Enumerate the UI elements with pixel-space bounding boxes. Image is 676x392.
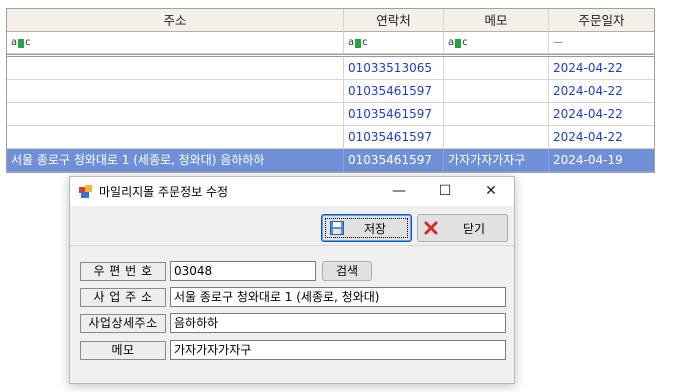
save-button[interactable]: 저장 [321, 214, 412, 242]
save-label: 저장 [364, 221, 387, 236]
col-header-date[interactable]: 주문일자 [549, 9, 654, 32]
detail-address-field[interactable]: 음하하하 [170, 313, 506, 333]
filter-cell-date[interactable]: — [549, 32, 654, 54]
filter-fx-icon[interactable]: ac [448, 32, 468, 53]
col-header-address[interactable]: 주소 [7, 9, 344, 32]
cell-memo[interactable]: 가자가자가자구 [444, 149, 549, 172]
close-label: 닫기 [463, 221, 486, 236]
cell-address[interactable]: 서울 종로구 청와대로 1 (세종로, 청와대) 음하하하 [7, 149, 344, 172]
table-row-selected[interactable]: 서울 종로구 청와대로 1 (세종로, 청와대) 음하하하 0103546159… [7, 149, 654, 172]
zip-label: 우 편 번 호 [80, 262, 166, 281]
filter-cell-address[interactable]: ac [7, 32, 344, 54]
table-row[interactable]: 01035461597 2024-04-22 [7, 126, 654, 149]
filter-fx-icon[interactable]: ac [11, 32, 31, 53]
search-button[interactable]: 검색 [322, 261, 372, 281]
edit-order-dialog: 마일리지몰 주문정보 수정 — ☐ ✕ 저장 닫기 우 편 번 호 03048 … [69, 176, 515, 384]
cell-address[interactable] [7, 126, 344, 149]
cell-address[interactable] [7, 103, 344, 126]
cell-phone[interactable]: 01035461597 [344, 80, 444, 103]
table-row[interactable]: 01033513065 2024-04-22 [7, 57, 654, 80]
filter-row: ac ac ac — [7, 32, 654, 57]
address-label: 사 업 주 소 [80, 288, 166, 307]
cell-date[interactable]: 2024-04-22 [549, 57, 654, 80]
cell-phone[interactable]: 01033513065 [344, 57, 444, 80]
cell-date[interactable]: 2024-04-22 [549, 80, 654, 103]
dialog-titlebar[interactable]: 마일리지몰 주문정보 수정 — ☐ ✕ [70, 177, 514, 206]
cell-phone[interactable]: 01035461597 [344, 149, 444, 172]
close-button[interactable]: 닫기 [417, 214, 508, 242]
detail-address-label: 사업상세주소 [80, 314, 166, 333]
zip-field[interactable]: 03048 [170, 261, 316, 281]
close-x-icon [424, 221, 438, 235]
filter-dash: — [553, 37, 563, 48]
col-header-memo[interactable]: 메모 [444, 9, 549, 32]
col-header-phone[interactable]: 연락처 [344, 9, 444, 32]
table-row[interactable]: 01035461597 2024-04-22 [7, 103, 654, 126]
table-row[interactable]: 01035461597 2024-04-22 [7, 80, 654, 103]
cell-date[interactable]: 2024-04-19 [549, 149, 654, 172]
cell-memo[interactable] [444, 103, 549, 126]
cell-memo[interactable] [444, 57, 549, 80]
maximize-button[interactable]: ☐ [422, 179, 468, 204]
cell-phone[interactable]: 01035461597 [344, 103, 444, 126]
filter-fx-icon[interactable]: ac [348, 32, 368, 53]
order-grid: 주소 연락처 메모 주문일자 ac ac ac — 01033513065 20… [6, 8, 655, 173]
dialog-title: 마일리지몰 주문정보 수정 [99, 185, 229, 199]
cell-address[interactable] [7, 57, 344, 80]
cell-date[interactable]: 2024-04-22 [549, 126, 654, 149]
divider [70, 245, 514, 246]
memo-field[interactable]: 가자가자가자구 [170, 340, 506, 360]
cell-memo[interactable] [444, 126, 549, 149]
minimize-button[interactable]: — [376, 179, 422, 204]
app-icon [79, 185, 92, 198]
filter-cell-phone[interactable]: ac [344, 32, 444, 54]
cell-date[interactable]: 2024-04-22 [549, 103, 654, 126]
cell-address[interactable] [7, 80, 344, 103]
window-close-button[interactable]: ✕ [468, 179, 514, 204]
filter-cell-memo[interactable]: ac [444, 32, 549, 54]
save-disk-icon [330, 221, 344, 235]
memo-label: 메모 [80, 341, 166, 360]
grid-header: 주소 연락처 메모 주문일자 [7, 9, 654, 32]
cell-phone[interactable]: 01035461597 [344, 126, 444, 149]
cell-memo[interactable] [444, 80, 549, 103]
address-field[interactable]: 서울 종로구 청와대로 1 (세종로, 청와대) [170, 287, 506, 307]
